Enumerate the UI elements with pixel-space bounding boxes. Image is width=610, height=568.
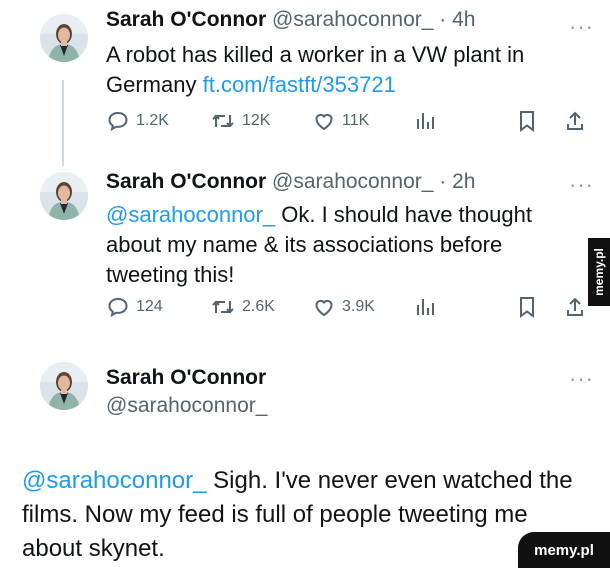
bookmark-button[interactable] bbox=[516, 108, 538, 134]
thread-line bbox=[62, 80, 64, 166]
author-handle[interactable]: @sarahoconnor_ bbox=[106, 394, 267, 418]
mention-link[interactable]: @sarahoconnor_ bbox=[22, 467, 206, 494]
mention-link[interactable]: @sarahoconnor_ bbox=[106, 202, 275, 227]
watermark-side: memy.pl bbox=[588, 238, 610, 306]
like-icon bbox=[315, 299, 333, 317]
tweet-header: Sarah O'Connor @sarahoconnor_ · 4h bbox=[106, 8, 475, 32]
retweet-button[interactable]: 12K bbox=[210, 108, 270, 134]
like-count: 11K bbox=[342, 112, 370, 129]
reply-icon bbox=[108, 111, 128, 131]
timestamp[interactable]: · 4h bbox=[439, 8, 475, 31]
bookmark-button[interactable] bbox=[516, 294, 538, 320]
action-bar: 124 2.6K 3.9K bbox=[106, 294, 596, 320]
views-button[interactable] bbox=[414, 294, 436, 320]
share-icon bbox=[567, 111, 583, 130]
share-icon bbox=[567, 297, 583, 316]
watermark-text: memy.pl bbox=[534, 541, 594, 559]
author-handle[interactable]: @sarahoconnor_ bbox=[272, 170, 433, 193]
author-name-block: Sarah O'Connor @sarahoconnor_ bbox=[106, 366, 267, 418]
action-bar: 1.2K 12K 11K bbox=[106, 108, 596, 134]
reply-icon bbox=[108, 297, 128, 317]
views-icon bbox=[417, 299, 434, 315]
reply-count: 1.2K bbox=[136, 112, 169, 129]
tweet-header: Sarah O'Connor @sarahoconnor_ · 2h bbox=[106, 170, 475, 194]
like-count: 3.9K bbox=[342, 298, 375, 315]
retweet-count: 12K bbox=[242, 112, 271, 129]
author-name[interactable]: Sarah O'Connor bbox=[106, 366, 267, 390]
reply-button[interactable]: 1.2K bbox=[106, 108, 169, 134]
retweet-count: 2.6K bbox=[242, 298, 275, 315]
watermark-text: memy.pl bbox=[592, 248, 607, 296]
watermark-corner: memy.pl bbox=[518, 532, 610, 568]
views-button[interactable] bbox=[414, 108, 436, 134]
retweet-button[interactable]: 2.6K bbox=[210, 294, 275, 320]
retweet-icon bbox=[212, 300, 234, 314]
retweet-icon bbox=[212, 114, 234, 128]
timestamp[interactable]: · 2h bbox=[439, 170, 475, 193]
avatar[interactable] bbox=[40, 362, 88, 410]
author-handle[interactable]: @sarahoconnor_ bbox=[272, 8, 433, 31]
share-button[interactable] bbox=[564, 294, 586, 320]
author-name[interactable]: Sarah O'Connor bbox=[106, 170, 266, 193]
author-name[interactable]: Sarah O'Connor bbox=[106, 8, 266, 31]
avatar[interactable] bbox=[40, 14, 88, 62]
like-button[interactable]: 3.9K bbox=[312, 294, 375, 320]
tweet-1[interactable]: Sarah O'Connor @sarahoconnor_ · 4h ··· A… bbox=[0, 0, 610, 166]
share-button[interactable] bbox=[564, 108, 586, 134]
avatar[interactable] bbox=[40, 172, 88, 220]
more-icon[interactable]: ··· bbox=[569, 174, 594, 196]
tweet-text: @sarahoconnor_ Sigh. I've never even wat… bbox=[22, 464, 582, 566]
tweet-2[interactable]: Sarah O'Connor @sarahoconnor_ · 2h ··· @… bbox=[0, 158, 610, 332]
like-button[interactable]: 11K bbox=[312, 108, 369, 134]
tweet-3[interactable]: Sarah O'Connor @sarahoconnor_ ··· @sarah… bbox=[0, 350, 610, 568]
more-icon[interactable]: ··· bbox=[569, 16, 594, 38]
bookmark-icon bbox=[520, 297, 534, 318]
tweet-text: @sarahoconnor_ Ok. I should have thought… bbox=[106, 200, 556, 290]
bookmark-icon bbox=[520, 111, 534, 132]
reply-count: 124 bbox=[136, 298, 163, 315]
like-icon bbox=[315, 113, 333, 131]
tweet-text: A robot has killed a worker in a VW plan… bbox=[106, 40, 566, 100]
views-icon bbox=[417, 113, 434, 129]
tweet-link[interactable]: ft.com/fastft/353721 bbox=[203, 72, 396, 97]
reply-button[interactable]: 124 bbox=[106, 294, 163, 320]
more-icon[interactable]: ··· bbox=[569, 368, 594, 390]
